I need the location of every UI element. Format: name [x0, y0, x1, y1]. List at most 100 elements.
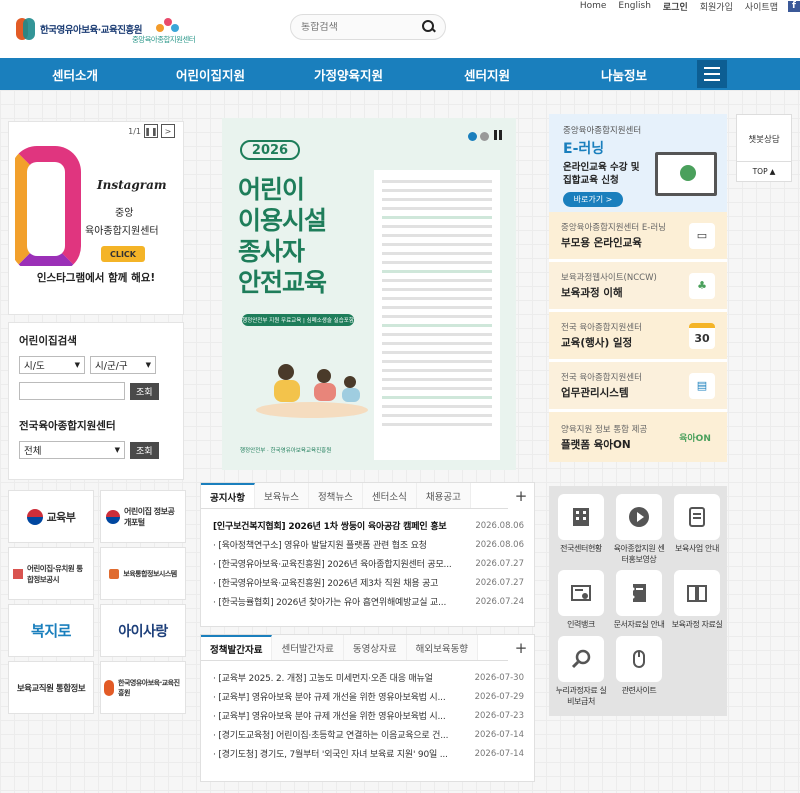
tab-policy-publications[interactable]: 정책발간자료 — [201, 635, 273, 660]
banner-bokjiro[interactable]: 복지로 — [8, 604, 94, 657]
login-link[interactable]: 로그인 — [657, 0, 694, 13]
tab-center-publications[interactable]: 센터발간자료 — [272, 635, 344, 660]
main-poster[interactable]: 2026 어린이 이용시설 종사자 안전교육 행정안전부 지원 무료교육 | 심… — [222, 118, 516, 470]
promo-event-schedule[interactable]: 전국 육아종합지원센터 교육(행사) 일정 30 — [549, 312, 727, 362]
post-title[interactable]: [한국영유아보육·교육진흥원] 2026년 제3차 직원 채용 공고 — [213, 576, 465, 589]
sigungu-select[interactable]: 시/군/구 ▼ — [90, 356, 156, 374]
instagram-click-button[interactable]: CLICK — [101, 246, 145, 262]
utility-links: Home English 로그인 회원가입 사이트맵 f — [574, 0, 800, 13]
plant-icon — [109, 568, 120, 579]
quick-link-documents[interactable]: 문서자료실 안내 — [613, 570, 665, 631]
promo-nccw[interactable]: 보육과정웹사이트(NCCW) 보육과정 이해 ♣ — [549, 262, 727, 312]
more-icon[interactable]: + — [508, 483, 534, 509]
post-title[interactable]: [인구보건복지협회] 2026년 1차 쌍둥이 육아공감 캠페인 홍보 — [213, 519, 465, 532]
tab-video-resources[interactable]: 동영상자료 — [343, 635, 407, 660]
nav-sharing-info[interactable]: 나눔정보 — [601, 65, 647, 84]
yukaon-logo-icon: 육아ON — [679, 433, 711, 444]
post-date: 2026-07-30 — [474, 672, 524, 683]
tab-recruitment[interactable]: 채용공고 — [416, 483, 471, 508]
primary-logo[interactable]: 한국영유아보육·교육진흥원 — [16, 16, 143, 42]
chatbot-button[interactable]: 챗봇상담 — [737, 133, 791, 145]
menu-icon[interactable] — [697, 60, 727, 88]
home-link[interactable]: Home — [574, 1, 613, 11]
quick-link-centers[interactable]: 전국센터현황 — [555, 494, 607, 566]
post-title[interactable]: [교육부] 영유아보육 분야 규제 개선을 위한 영유아보육법 시... — [213, 709, 465, 722]
quick-link-related-sites[interactable]: 관련사이트 — [613, 635, 665, 708]
list-item[interactable]: [인구보건복지협회] 2026년 1차 쌍둥이 육아공감 캠페인 홍보 2026… — [213, 516, 524, 535]
sido-select[interactable]: 시/도 ▼ — [19, 356, 85, 374]
resource-list: [교육부 2025. 2. 개정] 고농도 미세먼지·오존 대응 매뉴얼 202… — [201, 661, 534, 763]
banner-staff-info[interactable]: 보육교직원 통합정보 — [8, 661, 94, 714]
post-title[interactable]: [경기도교육청] 어린이집·초등학교 연결하는 이음교육으로 건... — [213, 728, 465, 741]
center-search-title: 전국육아종합지원센터 — [19, 420, 116, 432]
quick-link-programs[interactable]: 보육사업 안내 — [671, 494, 723, 566]
quick-link-talent-bank[interactable]: 인력뱅크 — [555, 570, 607, 631]
banner-isarang[interactable]: 아이사랑 — [100, 604, 186, 657]
list-item[interactable]: [한국능률협회] 2026년 찾아가는 유아 흡연위해예방교실 교... 202… — [213, 592, 524, 611]
quick-link-video[interactable]: 육아종합지원 센터홍보영상 — [613, 494, 665, 566]
banner-info-portal[interactable]: 어린이집 정보공개포털 — [100, 490, 186, 543]
quick-link-curriculum[interactable]: 보육과정 자료실 — [671, 570, 723, 631]
sido-select-label: 시/도 — [24, 361, 45, 372]
list-item[interactable]: [한국영유아보육·교육진흥원] 2026년 육아종합지원센터 공모... 202… — [213, 554, 524, 573]
center-search-button[interactable]: 조회 — [130, 441, 159, 459]
elearning-go-button[interactable]: 바로가기 > — [563, 192, 623, 207]
search-icon[interactable] — [421, 19, 435, 35]
secondary-logo-text: 중앙육아종합지원센터 — [132, 35, 196, 44]
daycare-name-input[interactable] — [19, 382, 125, 400]
post-title[interactable]: [한국능률협회] 2026년 찾아가는 유아 흡연위해예방교실 교... — [213, 595, 465, 608]
banner-integrated-system[interactable]: 보육통합정보시스템 — [100, 547, 186, 600]
join-link[interactable]: 회원가입 — [694, 0, 739, 13]
poster-title-line: 이용시설 — [238, 206, 327, 235]
quick-link-label: 전국센터현황 — [560, 544, 602, 553]
list-item[interactable]: [교육부 2025. 2. 개정] 고농도 미세먼지·오존 대응 매뉴얼 202… — [213, 668, 524, 687]
pause-icon[interactable]: ❚❚ — [144, 124, 158, 138]
promo-big: 교육(행사) 일정 — [561, 337, 633, 349]
post-title[interactable]: [경기도청] 경기도, 7월부터 '외국인 자녀 보육료 지원' 90일 ... — [213, 747, 465, 760]
post-title[interactable]: [교육부] 영유아보육 분야 규제 개선을 위한 영유아보육법 시... — [213, 690, 465, 703]
tab-center-news[interactable]: 센터소식 — [362, 483, 417, 508]
list-item[interactable]: [경기도교육청] 어린이집·초등학교 연결하는 이음교육으로 건... 2026… — [213, 725, 524, 744]
daycare-search-box: 어린이집검색 시/도 ▼ 시/군/구 ▼ 조회 전국육아종합지원센터 전체 ▼ 조회 — [8, 322, 184, 480]
nav-daycare-support[interactable]: 어린이집지원 — [176, 65, 245, 84]
nav-center-intro[interactable]: 센터소개 — [52, 65, 98, 84]
daycare-search-button[interactable]: 조회 — [130, 382, 159, 400]
quick-link-nuri[interactable]: 누리과정자료 실비보급처 — [555, 635, 607, 708]
secondary-logo[interactable]: 중앙육아종합지원센터 — [132, 18, 206, 45]
tab-policy-news[interactable]: 정책뉴스 — [308, 483, 363, 508]
banner-disclosure[interactable]: 어린이집·유치원 통합정보공시 — [8, 547, 94, 600]
banner-moe[interactable]: 교육부 — [8, 490, 94, 543]
nav-home-parenting[interactable]: 가정양육지원 — [314, 65, 383, 84]
post-title[interactable]: [교육부 2025. 2. 개정] 고농도 미세먼지·오존 대응 매뉴얼 — [213, 671, 465, 684]
promo-parent-education[interactable]: 중앙육아종합지원센터 E-러닝 부모용 온라인교육 ▭ — [549, 212, 727, 262]
post-date: 2026-07-14 — [474, 729, 524, 740]
daycare-search-title: 어린이집검색 — [19, 335, 77, 347]
post-date: 2026.08.06 — [475, 539, 524, 550]
post-title[interactable]: [육아정책연구소] 영유아 발달지원 플랫폼 관련 협조 요청 — [213, 538, 465, 551]
english-link[interactable]: English — [612, 1, 657, 11]
list-item[interactable]: [한국영유아보육·교육진흥원] 2026년 제3차 직원 채용 공고 2026.… — [213, 573, 524, 592]
tab-overseas-trends[interactable]: 해외보육동향 — [406, 635, 479, 660]
elearning-banner[interactable]: 중앙육아종합지원센터 E-러닝 온라인교육 수강 및 집합교육 신청 바로가기 … — [549, 114, 727, 212]
promo-big: 업무관리시스템 — [561, 387, 629, 399]
center-select[interactable]: 전체 ▼ — [19, 441, 125, 459]
post-title[interactable]: [한국영유아보육·교육진흥원] 2026년 육아종합지원센터 공모... — [213, 557, 465, 570]
search-input[interactable] — [301, 21, 421, 33]
tab-childcare-news[interactable]: 보육뉴스 — [254, 483, 309, 508]
nav-center-support[interactable]: 센터지원 — [464, 65, 510, 84]
banner-kcpi[interactable]: 한국영유아보육·교육진흥원 — [100, 661, 186, 714]
next-icon[interactable]: > — [161, 124, 175, 138]
list-item[interactable]: [교육부] 영유아보육 분야 규제 개선을 위한 영유아보육법 시... 202… — [213, 706, 524, 725]
sitemap-link[interactable]: 사이트맵 — [739, 0, 784, 13]
promo-work-system[interactable]: 전국 육아종합지원센터 업무관리시스템 ▤ — [549, 362, 727, 412]
promo-yukaon[interactable]: 양육지원 정보 통합 제공 플랫폼 육아ON 육아ON — [549, 412, 727, 462]
more-icon[interactable]: + — [508, 635, 534, 661]
tab-notice[interactable]: 공지사항 — [201, 483, 255, 508]
top-button[interactable]: TOP ▲ — [737, 161, 791, 181]
instagram-banner[interactable]: 1/1 ❚❚ > Instagram 중앙 육아종합지원센터 CLICK 인스타… — [8, 121, 184, 315]
pause-icon[interactable] — [494, 130, 504, 140]
facebook-icon[interactable]: f — [788, 0, 800, 12]
list-item[interactable]: [교육부] 영유아보육 분야 규제 개선을 위한 영유아보육법 시... 202… — [213, 687, 524, 706]
list-item[interactable]: [경기도청] 경기도, 7월부터 '외국인 자녀 보육료 지원' 90일 ...… — [213, 744, 524, 763]
list-item[interactable]: [육아정책연구소] 영유아 발달지원 플랫폼 관련 협조 요청 2026.08.… — [213, 535, 524, 554]
